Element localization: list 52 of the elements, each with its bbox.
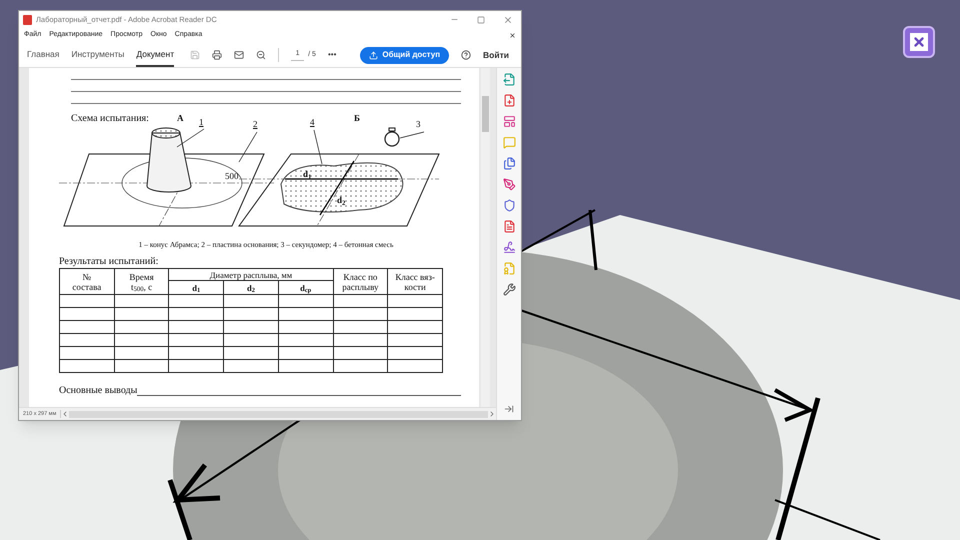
- diagram-label: d$_{1}$: [303, 168, 312, 182]
- column-header: Класс вяз- кости: [388, 268, 442, 295]
- diagram-label: 2: [253, 118, 258, 131]
- leader-line: [176, 128, 204, 148]
- pen-icon[interactable]: [502, 178, 516, 191]
- close-icon[interactable]: [509, 32, 516, 39]
- login-button[interactable]: Войти: [483, 48, 509, 62]
- diagram-label: А: [177, 112, 184, 125]
- zoom-out-icon[interactable]: [256, 49, 266, 61]
- files-icon[interactable]: [502, 157, 516, 170]
- document-icon[interactable]: [502, 220, 516, 233]
- mail-icon[interactable]: [234, 49, 244, 61]
- column-header: Время t$_{500}$, с: [114, 268, 169, 295]
- wrench-icon[interactable]: [502, 283, 516, 296]
- share-button[interactable]: Общий доступ: [360, 46, 450, 64]
- column-header: d$_{2}$: [224, 280, 278, 295]
- leader-line: [314, 130, 322, 164]
- signature-icon[interactable]: [502, 241, 516, 254]
- close-app-button[interactable]: [903, 26, 935, 58]
- create-file-icon[interactable]: [502, 94, 516, 107]
- tab[interactable]: Инструменты: [71, 43, 124, 67]
- scheme-title: Схема испытания:: [71, 112, 149, 126]
- diagram-label: 500: [225, 170, 238, 183]
- results-title: Результаты испытаний:: [59, 256, 160, 268]
- vertical-scrollbar[interactable]: [481, 68, 490, 407]
- share-icon: [369, 50, 378, 60]
- column-header: Класс по расплыву: [333, 268, 388, 295]
- column-header: Диаметр расплыва, мм: [168, 268, 334, 281]
- shield-icon[interactable]: [502, 199, 516, 212]
- scroll-right-icon[interactable]: [488, 410, 496, 418]
- tab[interactable]: Главная: [27, 43, 60, 67]
- print-icon[interactable]: [212, 49, 222, 61]
- export-file-icon[interactable]: [502, 73, 516, 86]
- diagram-label: Б: [354, 112, 360, 125]
- more-options-button[interactable]: •••: [328, 49, 336, 61]
- column-header: № состава: [60, 268, 114, 295]
- layout-icon[interactable]: [502, 115, 516, 128]
- leader-line: [400, 132, 424, 138]
- diagram-label: 4: [310, 116, 314, 129]
- diagram-label: d$_{2}$: [337, 194, 346, 208]
- horizontal-scrollbar[interactable]: [69, 410, 488, 418]
- column-header: d$_{1}$: [168, 280, 224, 295]
- diagram-label: 1: [199, 116, 204, 129]
- help-icon[interactable]: [461, 49, 472, 61]
- pdf-file-icon: [23, 14, 32, 24]
- conclusions-label: Основные выводы: [59, 384, 138, 398]
- expand-panel-icon[interactable]: [504, 404, 514, 414]
- close-icon: [910, 33, 928, 51]
- stopwatch-icon: [384, 128, 400, 147]
- maximize-icon[interactable]: [477, 16, 485, 24]
- leader-line: [238, 132, 258, 162]
- diagram-label: 3: [416, 118, 420, 131]
